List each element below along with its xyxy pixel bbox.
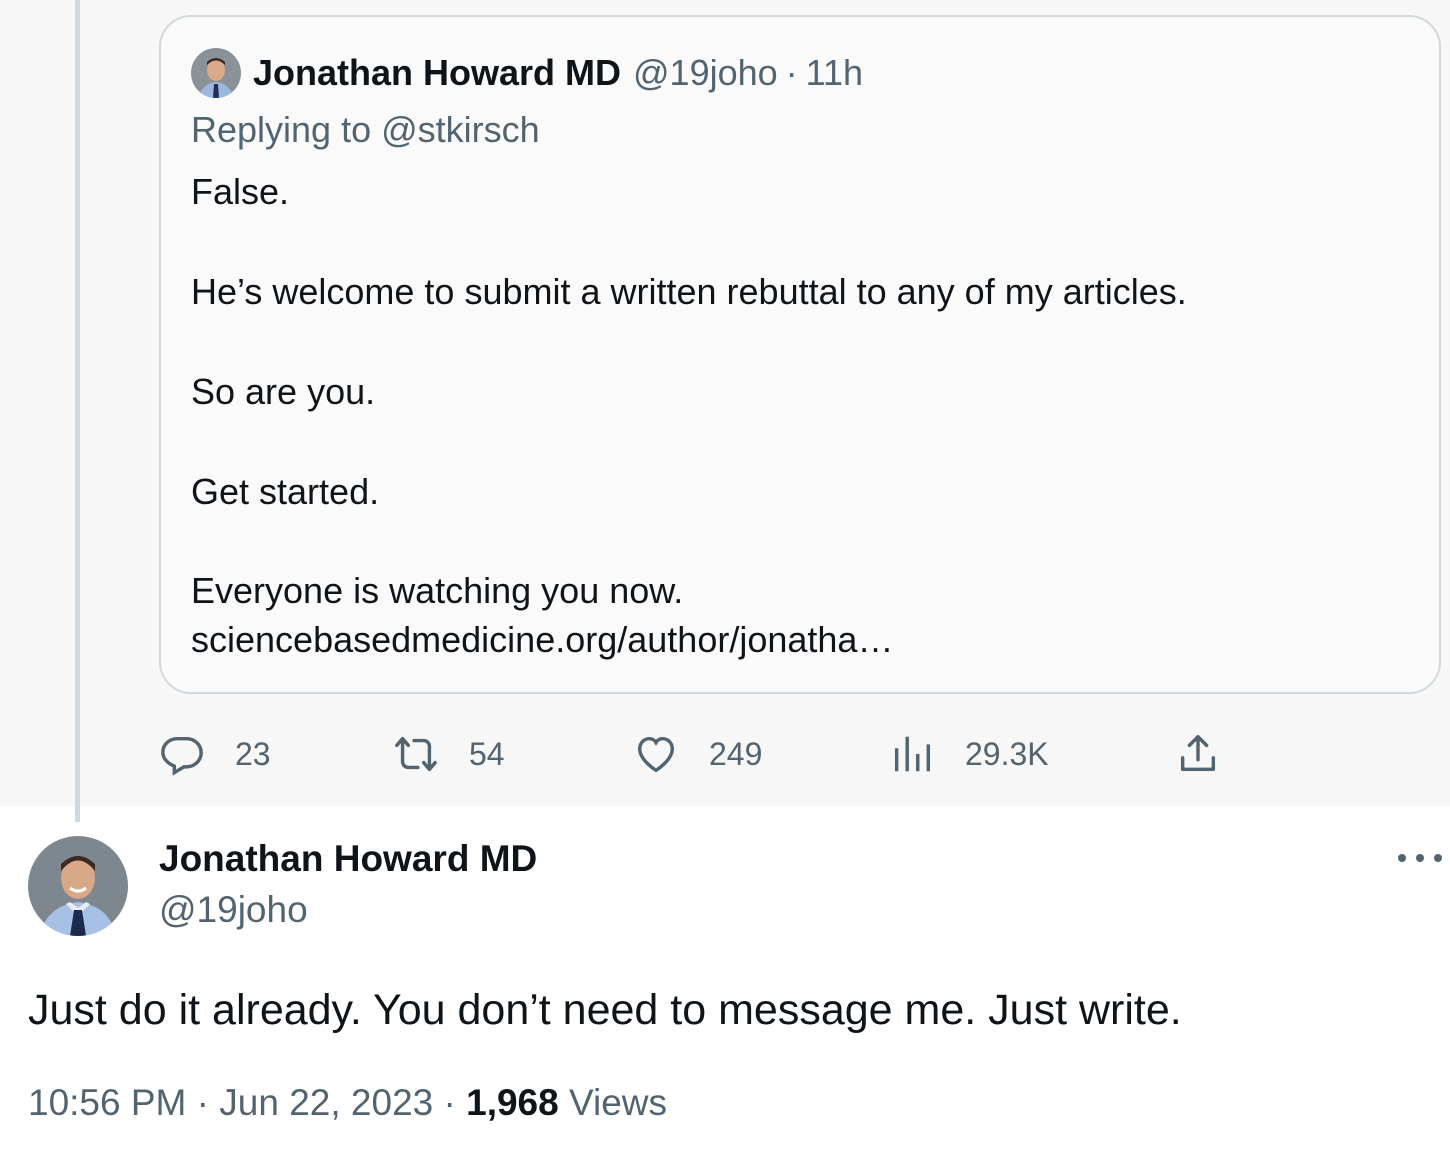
quoted-text-line: False. xyxy=(191,171,290,212)
more-dot xyxy=(1416,854,1424,862)
tweet-actions: 23 54 249 29.3K xyxy=(159,728,1259,780)
main-tweet-text: Just do it already. You don’t need to me… xyxy=(28,986,1182,1034)
reply-count: 23 xyxy=(235,735,271,772)
views-total[interactable]: 1,968 xyxy=(466,1082,559,1123)
quoted-author-handle[interactable]: @19joho xyxy=(633,52,778,94)
main-author-handle[interactable]: @19joho xyxy=(159,889,308,931)
views-icon xyxy=(894,736,931,772)
reply-icon xyxy=(161,736,203,776)
more-icon[interactable] xyxy=(1398,846,1442,870)
meta-separator: · xyxy=(443,1082,456,1123)
replying-to[interactable]: Replying to @stkirsch xyxy=(191,109,540,151)
meta-separator: · xyxy=(196,1082,209,1123)
share-button[interactable] xyxy=(1175,728,1221,780)
quoted-text-line: Everyone is watching you now. xyxy=(191,570,684,611)
quoted-text-line: Get started. xyxy=(191,471,380,512)
quoted-link[interactable]: sciencebasedmedicine.org/author/jonatha… xyxy=(191,617,893,663)
reply-button[interactable]: 23 xyxy=(159,728,271,780)
views-label: Views xyxy=(569,1082,668,1123)
quoted-tweet-card[interactable]: Jonathan Howard MD @19joho · 11h Replyin… xyxy=(159,15,1441,694)
main-author-avatar[interactable] xyxy=(28,836,128,936)
views-count: 29.3K xyxy=(965,735,1049,772)
repost-button[interactable]: 54 xyxy=(393,728,505,780)
repost-icon xyxy=(395,736,437,772)
quoted-tweet-header: Jonathan Howard MD @19joho · 11h xyxy=(191,47,863,99)
quoted-author-avatar[interactable] xyxy=(191,48,241,98)
main-tweet: Jonathan Howard MD @19joho Just do it al… xyxy=(0,806,1450,1155)
tweet-meta: 10:56 PM · Jun 22, 2023 · 1,968 Views xyxy=(28,1082,667,1124)
quoted-separator: · xyxy=(785,52,798,93)
more-dot xyxy=(1434,854,1442,862)
like-icon xyxy=(637,736,675,773)
thread-line xyxy=(75,0,80,822)
quoted-text-line: He’s welcome to submit a written rebutta… xyxy=(191,271,1187,312)
like-button[interactable]: 249 xyxy=(633,728,762,780)
repost-count: 54 xyxy=(469,735,505,772)
tweet-time[interactable]: 10:56 PM xyxy=(28,1082,186,1123)
like-count: 249 xyxy=(709,735,763,772)
share-icon xyxy=(1180,735,1216,772)
more-dot xyxy=(1398,854,1406,862)
main-author-name[interactable]: Jonathan Howard MD xyxy=(159,838,537,880)
quoted-text-line: So are you. xyxy=(191,371,376,412)
views-button[interactable]: 29.3K xyxy=(889,728,1049,780)
quoted-author-name[interactable]: Jonathan Howard MD xyxy=(253,52,621,94)
quoted-timestamp[interactable]: 11h xyxy=(806,52,863,94)
tweet-date[interactable]: Jun 22, 2023 xyxy=(219,1082,433,1123)
